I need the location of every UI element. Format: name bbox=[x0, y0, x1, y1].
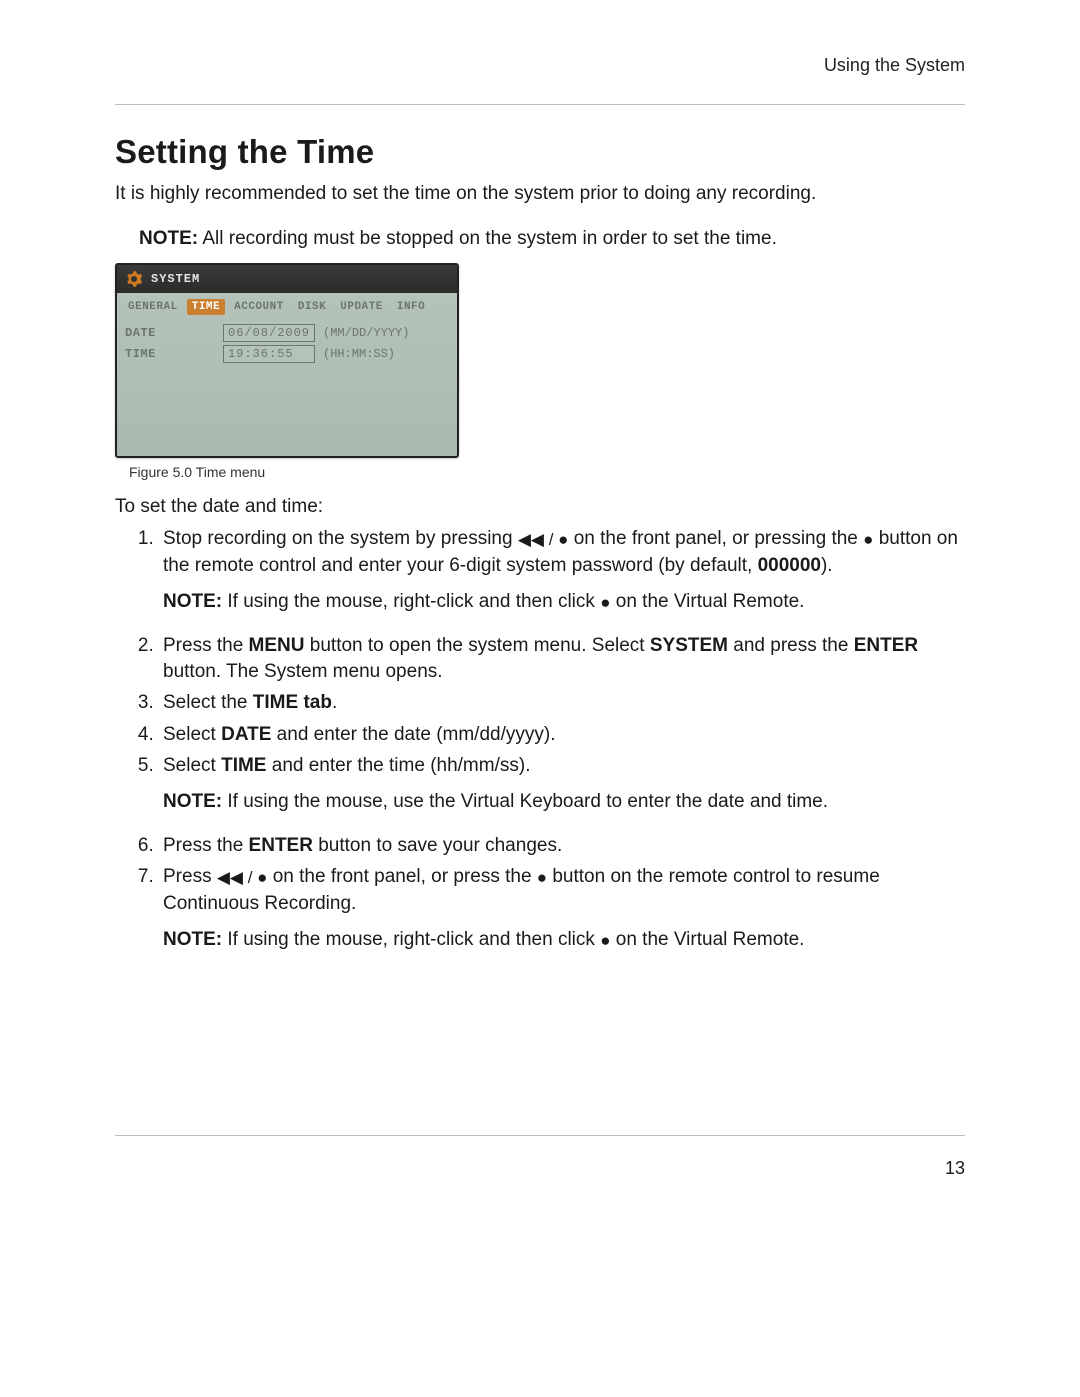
page: Using the System Setting the Time It is … bbox=[0, 0, 1080, 1397]
time-tab-keyword: TIME tab bbox=[253, 692, 332, 713]
enter-keyword: ENTER bbox=[854, 635, 918, 656]
note-label: NOTE: bbox=[163, 929, 222, 950]
tab-general[interactable]: GENERAL bbox=[123, 299, 183, 315]
window-body: DATE 06/08/2009 (MM/DD/YYYY) TIME 19:36:… bbox=[117, 319, 457, 456]
window-titlebar: SYSTEM bbox=[117, 265, 457, 293]
step-text: button to save your changes. bbox=[313, 835, 562, 856]
step-text: Select bbox=[163, 755, 221, 776]
step-text: button. The System menu opens. bbox=[163, 661, 443, 682]
enter-keyword: ENTER bbox=[249, 835, 313, 856]
note-label: NOTE: bbox=[139, 228, 198, 249]
step-7: Press ◀◀ / ● on the front panel, or pres… bbox=[159, 864, 965, 953]
step-5: Select TIME and enter the time (hh/mm/ss… bbox=[159, 753, 965, 815]
step-text: and press the bbox=[728, 635, 854, 656]
rewind-record-icon: ◀◀ / ● bbox=[217, 868, 268, 887]
step-1: Stop recording on the system by pressing… bbox=[159, 526, 965, 615]
gear-icon bbox=[125, 270, 143, 288]
step-text: button to open the system menu. Select bbox=[305, 635, 650, 656]
step-6: Press the ENTER button to save your chan… bbox=[159, 833, 965, 859]
lead-paragraph: To set the date and time: bbox=[115, 496, 965, 518]
step-text: Press the bbox=[163, 635, 249, 656]
tab-account[interactable]: ACCOUNT bbox=[229, 299, 289, 315]
header-divider bbox=[115, 104, 965, 105]
time-field[interactable]: 19:36:55 bbox=[223, 345, 315, 363]
step-text: Press bbox=[163, 866, 217, 887]
note-text: If using the mouse, use the Virtual Keyb… bbox=[227, 791, 828, 812]
step-text: and enter the date (mm/dd/yyyy). bbox=[271, 724, 555, 745]
system-keyword: SYSTEM bbox=[650, 635, 728, 656]
tab-disk[interactable]: DISK bbox=[293, 299, 331, 315]
note-text: on the Virtual Remote. bbox=[610, 929, 804, 950]
step-text: Select bbox=[163, 724, 221, 745]
date-keyword: DATE bbox=[221, 724, 271, 745]
tab-time[interactable]: TIME bbox=[187, 299, 225, 315]
tab-info[interactable]: INFO bbox=[392, 299, 430, 315]
record-icon: ● bbox=[863, 530, 873, 549]
default-password: 000000 bbox=[758, 555, 821, 576]
step-text: . bbox=[332, 692, 337, 713]
date-label: DATE bbox=[125, 326, 215, 340]
step-text: ). bbox=[821, 555, 833, 576]
figure-caption: Figure 5.0 Time menu bbox=[129, 464, 965, 480]
step-7-note: NOTE: If using the mouse, right-click an… bbox=[163, 927, 965, 953]
rewind-record-icon: ◀◀ / ● bbox=[518, 530, 569, 549]
tab-update[interactable]: UPDATE bbox=[335, 299, 388, 315]
step-text: Select the bbox=[163, 692, 253, 713]
time-keyword: TIME bbox=[221, 755, 266, 776]
record-icon: ● bbox=[600, 931, 610, 950]
note-label: NOTE: bbox=[163, 591, 222, 612]
menu-keyword: MENU bbox=[249, 635, 305, 656]
date-hint: (MM/DD/YYYY) bbox=[323, 326, 409, 340]
step-text: Press the bbox=[163, 835, 249, 856]
top-note: NOTE: All recording must be stopped on t… bbox=[139, 226, 965, 252]
window-title: SYSTEM bbox=[151, 272, 200, 286]
record-icon: ● bbox=[600, 593, 610, 612]
step-text: on the front panel, or press the bbox=[267, 866, 536, 887]
step-2: Press the MENU button to open the system… bbox=[159, 633, 965, 685]
tab-bar: GENERAL TIME ACCOUNT DISK UPDATE INFO bbox=[117, 293, 457, 319]
page-number: 13 bbox=[945, 1158, 965, 1179]
system-window: SYSTEM GENERAL TIME ACCOUNT DISK UPDATE … bbox=[115, 263, 459, 458]
figure: SYSTEM GENERAL TIME ACCOUNT DISK UPDATE … bbox=[115, 263, 965, 480]
steps-list: Stop recording on the system by pressing… bbox=[115, 526, 965, 953]
date-row: DATE 06/08/2009 (MM/DD/YYYY) bbox=[125, 324, 449, 342]
time-label: TIME bbox=[125, 347, 215, 361]
note-text: If using the mouse, right-click and then… bbox=[227, 929, 600, 950]
footer-divider bbox=[115, 1135, 965, 1136]
step-text: Stop recording on the system by pressing bbox=[163, 528, 518, 549]
page-title: Setting the Time bbox=[115, 133, 965, 171]
record-icon: ● bbox=[537, 868, 547, 887]
note-text: on the Virtual Remote. bbox=[610, 591, 804, 612]
time-row: TIME 19:36:55 (HH:MM:SS) bbox=[125, 345, 449, 363]
date-field[interactable]: 06/08/2009 bbox=[223, 324, 315, 342]
breadcrumb: Using the System bbox=[115, 55, 965, 76]
note-label: NOTE: bbox=[163, 791, 222, 812]
intro-paragraph: It is highly recommended to set the time… bbox=[115, 181, 965, 207]
time-hint: (HH:MM:SS) bbox=[323, 347, 395, 361]
step-text: and enter the time (hh/mm/ss). bbox=[266, 755, 530, 776]
note-text: All recording must be stopped on the sys… bbox=[202, 228, 777, 249]
step-1-note: NOTE: If using the mouse, right-click an… bbox=[163, 589, 965, 615]
step-5-note: NOTE: If using the mouse, use the Virtua… bbox=[163, 789, 965, 815]
step-4: Select DATE and enter the date (mm/dd/yy… bbox=[159, 722, 965, 748]
step-3: Select the TIME tab. bbox=[159, 690, 965, 716]
note-text: If using the mouse, right-click and then… bbox=[227, 591, 600, 612]
step-text: on the front panel, or pressing the bbox=[568, 528, 863, 549]
